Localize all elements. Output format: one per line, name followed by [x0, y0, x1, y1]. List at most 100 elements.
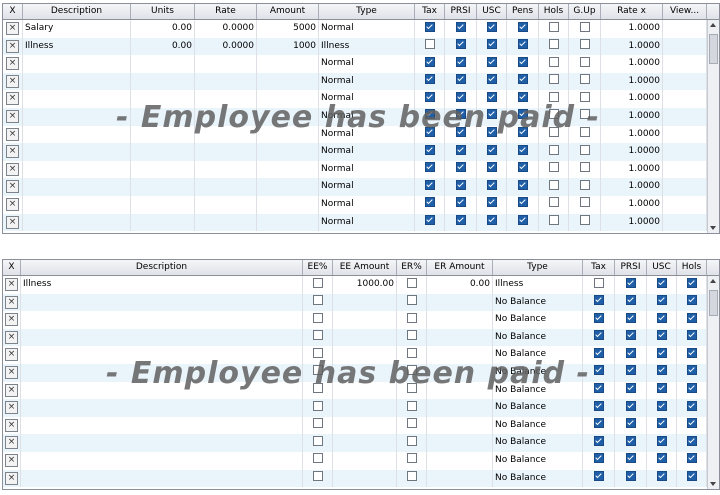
- er-pct-checkbox[interactable]: [406, 435, 417, 446]
- description-cell[interactable]: [23, 90, 131, 108]
- close-icon[interactable]: ×: [6, 197, 19, 211]
- table-row[interactable]: × No Balance: [3, 381, 719, 400]
- col-tax[interactable]: Tax: [583, 260, 615, 275]
- description-cell[interactable]: [21, 434, 303, 452]
- ee-amount-cell[interactable]: [333, 346, 397, 364]
- type-cell[interactable]: Normal: [319, 72, 415, 91]
- tax-checkbox[interactable]: [424, 179, 435, 190]
- type-cell[interactable]: No Balance: [493, 451, 583, 470]
- scroll-down-icon[interactable]: [710, 226, 716, 230]
- description-cell[interactable]: Illness: [21, 276, 303, 294]
- type-cell[interactable]: No Balance: [493, 469, 583, 488]
- delete-row-button[interactable]: ×: [3, 346, 21, 364]
- tax-checkbox[interactable]: [593, 295, 604, 306]
- units-cell[interactable]: 0.00: [131, 37, 195, 56]
- scroll-down-icon[interactable]: [710, 482, 716, 486]
- table-row[interactable]: × Normal 1.0000: [3, 178, 719, 196]
- rate-cell[interactable]: [195, 55, 257, 73]
- scroll-up-icon[interactable]: [710, 23, 716, 27]
- col-ee-pct[interactable]: EE%: [303, 260, 333, 275]
- delete-row-button[interactable]: ×: [3, 37, 23, 56]
- er-pct-checkbox[interactable]: [406, 277, 417, 288]
- prsi-checkbox[interactable]: [625, 277, 636, 288]
- type-cell[interactable]: Normal: [319, 160, 415, 179]
- delete-row-button[interactable]: ×: [3, 178, 23, 196]
- prsi-checkbox[interactable]: [455, 74, 466, 85]
- tax-checkbox[interactable]: [424, 74, 435, 85]
- ratex-cell[interactable]: 1.0000: [601, 72, 663, 91]
- ratex-cell[interactable]: 1.0000: [601, 160, 663, 179]
- col-hols[interactable]: Hols: [539, 4, 569, 19]
- ratex-cell[interactable]: 1.0000: [601, 213, 663, 232]
- description-cell[interactable]: [21, 381, 303, 400]
- delete-row-button[interactable]: ×: [3, 434, 21, 452]
- ee-pct-checkbox[interactable]: [312, 312, 323, 323]
- col-prsi[interactable]: PRSI: [615, 260, 647, 275]
- description-cell[interactable]: [23, 125, 131, 144]
- amount-cell[interactable]: [257, 90, 319, 108]
- amount-cell[interactable]: 1000: [257, 37, 319, 56]
- er-amount-cell[interactable]: [427, 469, 493, 488]
- type-cell[interactable]: No Balance: [493, 399, 583, 417]
- er-pct-checkbox[interactable]: [406, 400, 417, 411]
- hols-checkbox[interactable]: [548, 109, 559, 120]
- col-type[interactable]: Type: [493, 260, 583, 275]
- delete-row-button[interactable]: ×: [3, 195, 23, 214]
- rate-cell[interactable]: [195, 72, 257, 91]
- table-row[interactable]: × Normal 1.0000: [3, 195, 719, 214]
- ee-amount-cell[interactable]: [333, 451, 397, 470]
- pens-checkbox[interactable]: [517, 127, 528, 138]
- usc-checkbox[interactable]: [656, 277, 667, 288]
- table-row[interactable]: × No Balance: [3, 311, 719, 329]
- usc-checkbox[interactable]: [486, 127, 497, 138]
- er-amount-cell[interactable]: [427, 346, 493, 364]
- description-cell[interactable]: [23, 178, 131, 196]
- prsi-checkbox[interactable]: [455, 56, 466, 67]
- hols-checkbox[interactable]: [548, 144, 559, 155]
- usc-checkbox[interactable]: [486, 56, 497, 67]
- delete-row-button[interactable]: ×: [3, 399, 21, 417]
- pens-checkbox[interactable]: [517, 91, 528, 102]
- hols-checkbox[interactable]: [686, 295, 697, 306]
- usc-checkbox[interactable]: [656, 418, 667, 429]
- units-cell[interactable]: [131, 160, 195, 179]
- delete-row-button[interactable]: ×: [3, 160, 23, 179]
- rate-cell[interactable]: [195, 213, 257, 232]
- type-cell[interactable]: Normal: [319, 20, 415, 38]
- pens-checkbox[interactable]: [517, 39, 528, 50]
- type-cell[interactable]: Normal: [319, 90, 415, 108]
- hols-checkbox[interactable]: [686, 418, 697, 429]
- view-cell[interactable]: [663, 160, 707, 179]
- delete-row-button[interactable]: ×: [3, 20, 23, 38]
- amount-cell[interactable]: [257, 143, 319, 161]
- prsi-checkbox[interactable]: [625, 347, 636, 358]
- ee-amount-cell[interactable]: [333, 399, 397, 417]
- delete-row-button[interactable]: ×: [3, 90, 23, 108]
- col-description[interactable]: Description: [21, 260, 303, 275]
- tax-checkbox[interactable]: [424, 162, 435, 173]
- usc-checkbox[interactable]: [656, 471, 667, 482]
- view-cell[interactable]: [663, 125, 707, 144]
- close-icon[interactable]: ×: [6, 22, 19, 35]
- usc-checkbox[interactable]: [486, 74, 497, 85]
- hols-checkbox[interactable]: [548, 39, 559, 50]
- table-row[interactable]: × No Balance: [3, 434, 719, 452]
- ee-pct-checkbox[interactable]: [312, 330, 323, 341]
- prsi-checkbox[interactable]: [625, 400, 636, 411]
- prsi-checkbox[interactable]: [625, 365, 636, 376]
- usc-checkbox[interactable]: [656, 400, 667, 411]
- er-pct-checkbox[interactable]: [406, 312, 417, 323]
- view-cell[interactable]: [663, 178, 707, 196]
- rate-cell[interactable]: [195, 107, 257, 126]
- pens-checkbox[interactable]: [517, 21, 528, 32]
- ratex-cell[interactable]: 1.0000: [601, 55, 663, 73]
- er-amount-cell[interactable]: [427, 381, 493, 400]
- prsi-checkbox[interactable]: [625, 330, 636, 341]
- type-cell[interactable]: Normal: [319, 143, 415, 161]
- ee-pct-checkbox[interactable]: [312, 435, 323, 446]
- er-amount-cell[interactable]: [427, 434, 493, 452]
- ratex-cell[interactable]: 1.0000: [601, 143, 663, 161]
- table-row[interactable]: × Normal 1.0000: [3, 90, 719, 108]
- prsi-checkbox[interactable]: [455, 127, 466, 138]
- hols-checkbox[interactable]: [686, 400, 697, 411]
